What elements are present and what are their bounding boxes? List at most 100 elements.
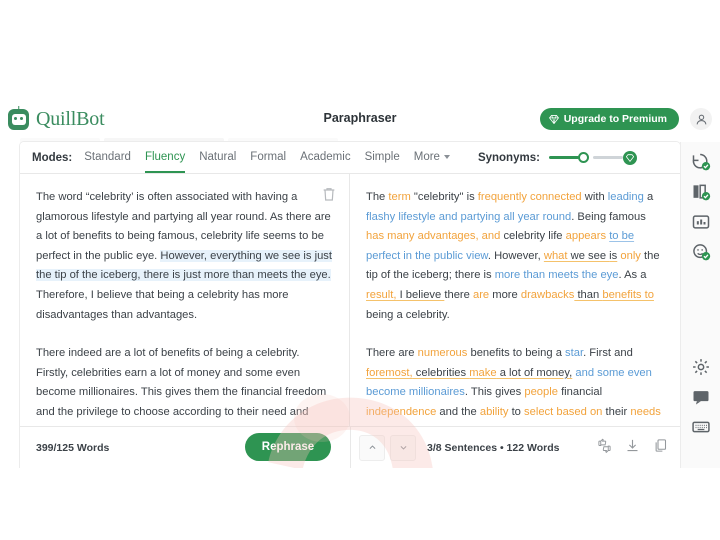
output-p1-token-0[interactable]: The — [366, 191, 388, 203]
output-p1-token-32[interactable]: benefits to — [602, 289, 654, 301]
output-p1-token-16[interactable]: . However, — [488, 250, 544, 262]
output-p2-token-11[interactable]: . This gives — [465, 386, 524, 398]
mode-standard[interactable]: Standard — [84, 151, 131, 164]
output-p2-token-15[interactable]: and the — [436, 406, 480, 418]
sentence-info: 3/8 Sentences • 122 Words — [427, 441, 560, 454]
gem-icon — [548, 114, 559, 124]
rail-settings-icon[interactable] — [691, 357, 711, 377]
output-p1-token-26[interactable]: I believe — [396, 289, 444, 301]
mode-natural[interactable]: Natural — [199, 151, 236, 164]
output-p2-token-0[interactable]: There are — [366, 347, 418, 359]
previous-sentence-button[interactable] — [359, 434, 385, 461]
user-avatar-button[interactable] — [690, 108, 712, 130]
output-p1-token-31[interactable]: than — [574, 289, 602, 301]
output-p1-token-33[interactable]: being a celebrity. — [366, 309, 450, 321]
word-count: 399/125 Words — [36, 441, 110, 454]
output-p1-token-21[interactable]: only — [620, 250, 641, 262]
output-p1-token-8[interactable]: . Being famous — [571, 211, 646, 223]
source-p1-post: Therefore, I believe that being a celebr… — [36, 288, 289, 321]
source-text-pane[interactable]: The word “celebrity’ is often associated… — [20, 174, 350, 426]
quillbot-logo[interactable]: QuillBot — [8, 105, 105, 131]
output-p2-token-4[interactable]: . First and — [583, 347, 633, 359]
output-p2-token-2[interactable]: benefits to being a — [467, 347, 565, 359]
source-paragraph-1: The word “celebrity’ is often associated… — [36, 188, 333, 325]
rail-feedback-icon[interactable] — [691, 387, 711, 407]
editor-split: The word “celebrity’ is often associated… — [20, 174, 680, 426]
output-p1-token-30[interactable]: drawbacks — [521, 289, 574, 301]
output-p1-token-18[interactable]: we see — [568, 250, 610, 262]
chevron-down-icon — [400, 446, 406, 450]
output-p2-token-13[interactable]: financial — [558, 386, 602, 398]
output-p2-token-3[interactable]: star — [565, 347, 583, 359]
output-p2-token-17[interactable]: to — [508, 406, 524, 418]
bottom-bar-left: 399/125 Words Rephrase — [20, 427, 350, 469]
mode-simple[interactable]: Simple — [365, 151, 400, 164]
output-p1-token-3[interactable]: frequently connected — [478, 191, 582, 203]
output-p2-token-18[interactable]: select based on — [524, 406, 602, 418]
thumbs-up-down-icon[interactable] — [597, 438, 612, 453]
output-p1-token-11[interactable]: appears — [566, 230, 606, 242]
synonyms-slider[interactable] — [548, 150, 637, 165]
output-p1-token-5[interactable]: leading — [608, 191, 644, 203]
user-avatar-icon — [696, 114, 706, 124]
editor-bottom-bar: 399/125 Words Rephrase 3/8 Sentences • 1… — [20, 426, 680, 468]
rail-compare-icon[interactable] — [691, 182, 711, 202]
slider-handle[interactable] — [577, 152, 589, 163]
output-p2-token-20[interactable]: needs — [630, 406, 660, 418]
output-p2-token-8[interactable]: a lot of money, — [497, 367, 573, 379]
output-p1-token-23[interactable]: more than meets the eye — [495, 269, 619, 281]
output-actions — [597, 438, 668, 453]
rail-history-icon[interactable] — [691, 152, 711, 172]
output-p2-token-12[interactable]: people — [524, 386, 558, 398]
rail-tone-icon[interactable] — [691, 242, 711, 262]
upgrade-label: Upgrade to Premium — [563, 113, 667, 125]
output-p1-token-17[interactable]: what — [544, 250, 568, 262]
output-p1-token-15[interactable]: perfect in the public view — [366, 250, 488, 262]
download-icon[interactable] — [625, 438, 640, 453]
logo-text-quill: Quill — [36, 107, 77, 130]
output-p2-token-7[interactable]: make — [469, 367, 496, 379]
output-p1-token-28[interactable]: are — [473, 289, 489, 301]
trash-icon[interactable] — [321, 186, 337, 202]
output-p2-token-6[interactable]: celebrities — [413, 367, 470, 379]
output-p1-token-29[interactable]: more — [489, 289, 521, 301]
output-p1-token-1[interactable]: term — [388, 191, 410, 203]
mode-fluency[interactable]: Fluency — [144, 151, 186, 173]
logo-text: QuillBot — [36, 107, 105, 131]
mode-academic[interactable]: Academic — [300, 151, 351, 164]
output-p2-token-19[interactable]: their — [602, 406, 630, 418]
next-sentence-button[interactable] — [390, 434, 416, 461]
output-p2-token-16[interactable]: ability — [480, 406, 509, 418]
mode-more-button[interactable]: More — [414, 151, 450, 164]
rail-shortcuts-icon[interactable] — [691, 417, 711, 437]
output-p1-token-13[interactable]: to be — [609, 230, 634, 242]
top-whitespace — [0, 0, 720, 100]
output-p2-token-5[interactable]: foremost, — [366, 367, 413, 379]
mode-formal[interactable]: Formal — [250, 151, 286, 164]
rephrase-button[interactable]: Rephrase — [245, 432, 331, 461]
gem-icon — [625, 153, 634, 162]
screenshot-root: QuillBot Paraphraser Upgrade to Premium — [0, 0, 720, 540]
output-p1-token-2[interactable]: "celebrity" is — [411, 191, 478, 203]
output-p1-token-10[interactable]: celebrity life — [500, 230, 565, 242]
output-p2-token-1[interactable]: numerous — [418, 347, 468, 359]
output-p1-token-9[interactable]: has many advantages, and — [366, 230, 500, 242]
output-p1-token-4[interactable]: with — [582, 191, 608, 203]
modes-toolbar: Modes: Standard Fluency Natural Formal A… — [20, 142, 680, 174]
output-text-pane[interactable]: The term "celebrity" is frequently conne… — [350, 174, 680, 426]
upgrade-to-premium-button[interactable]: Upgrade to Premium — [539, 108, 679, 130]
output-p1-token-25[interactable]: result, — [366, 289, 396, 301]
bottom-whitespace — [0, 468, 720, 540]
rail-stats-icon[interactable] — [691, 212, 711, 232]
output-p1-token-6[interactable]: a — [644, 191, 653, 203]
output-p1-token-7[interactable]: flashy lifestyle and partying all year r… — [366, 211, 571, 223]
quillbot-app-window: QuillBot Paraphraser Upgrade to Premium — [0, 100, 720, 468]
output-p2-token-14[interactable]: independence — [366, 406, 436, 418]
synonyms-premium-button[interactable] — [622, 150, 637, 165]
output-p1-token-24[interactable]: . As a — [619, 269, 647, 281]
synonyms-label: Synonyms: — [477, 151, 540, 164]
output-p1-token-27[interactable]: there — [444, 289, 473, 301]
paraphraser-card: Modes: Standard Fluency Natural Formal A… — [20, 142, 680, 468]
output-paragraph-2: There are numerous benefits to being a s… — [366, 344, 664, 426]
copy-icon[interactable] — [653, 438, 668, 453]
